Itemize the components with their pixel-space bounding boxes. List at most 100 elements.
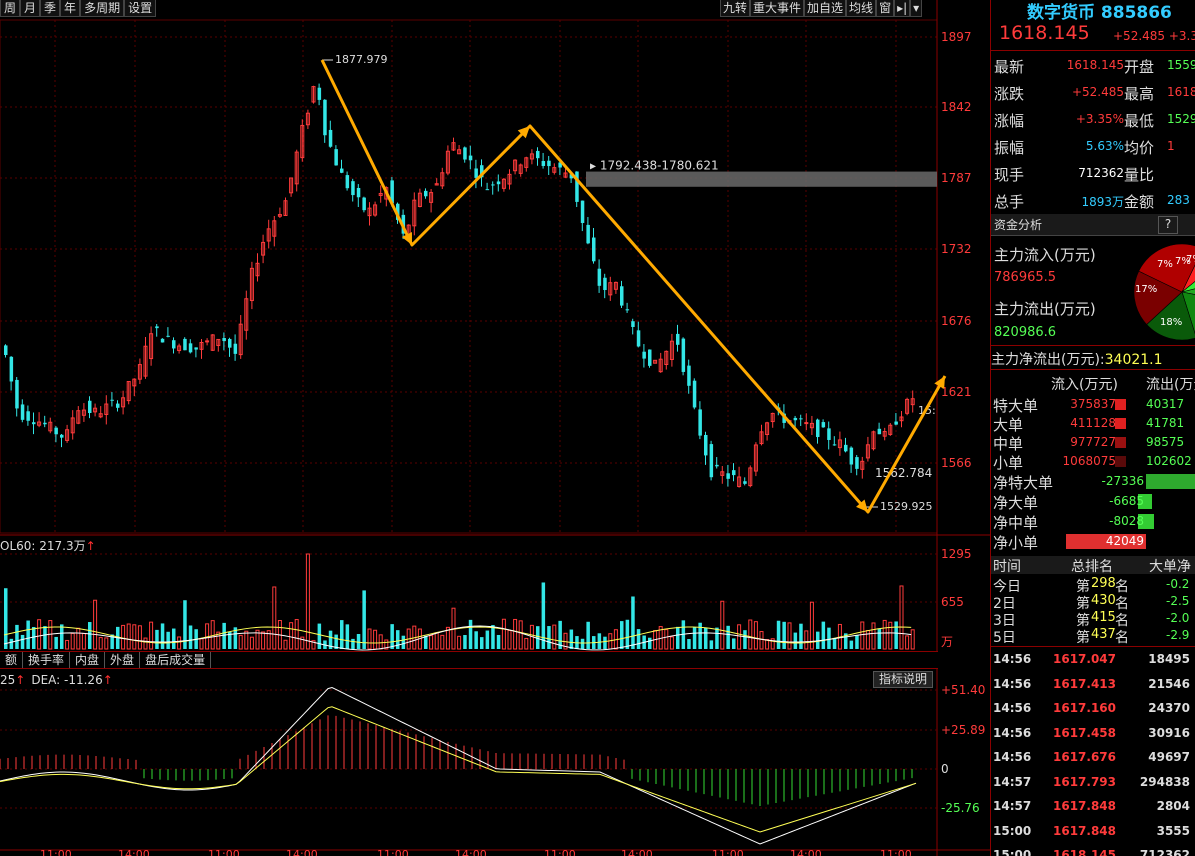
- tick-cell: 14:56: [993, 750, 1032, 764]
- volume-bar-up: [737, 624, 742, 650]
- flow-cell: 特大单: [993, 397, 1039, 415]
- tool-button-1[interactable]: 重大事件: [750, 0, 805, 17]
- pie-label: 17%: [1135, 284, 1157, 295]
- subtab-0[interactable]: 额: [0, 652, 24, 668]
- kline-chart[interactable]: 1897 1842 1787 1732 1676 1621 1566 ▸ 1792.438-1…: [0, 0, 990, 856]
- expand-icon[interactable]: ▸|: [894, 0, 911, 17]
- tick-row: 14:56 1617.160 24370: [991, 697, 1195, 721]
- time-axis-label: 11:00: [544, 848, 576, 856]
- rank-cell: -0.2: [1166, 577, 1190, 591]
- quote-row: 涨幅 +3.35% 最低 1529: [991, 106, 1195, 132]
- period-button-4[interactable]: 多周期: [80, 0, 125, 17]
- main-inflow-value: 786965.5: [994, 270, 1057, 285]
- subtab-3[interactable]: 外盘: [105, 652, 141, 668]
- subtab-2[interactable]: 内盘: [70, 652, 106, 668]
- candle-down: [816, 419, 820, 438]
- candle-down: [597, 268, 602, 286]
- time-axis-label: 11:00: [40, 848, 72, 856]
- candle-down: [172, 340, 176, 349]
- candle-down: [110, 399, 114, 401]
- volume-bar-up: [888, 621, 893, 650]
- volume-subtabs: 额换手率 内盘 外盘 盘后成交量: [0, 651, 938, 669]
- period-button-3[interactable]: 年: [60, 0, 81, 17]
- vol-axis-label: 1295: [941, 547, 972, 561]
- flow-row: 小单 1068075 102602: [991, 452, 1195, 472]
- period-button-2[interactable]: 季: [40, 0, 61, 17]
- period-button-5[interactable]: 设置: [124, 0, 157, 17]
- period-button-1[interactable]: 月: [20, 0, 41, 17]
- candle-down: [491, 184, 495, 186]
- tool-button-0[interactable]: 九转: [720, 0, 751, 17]
- volume-bar-down: [480, 637, 484, 649]
- volume-bar-down: [26, 620, 30, 649]
- volume-bar-up: [244, 630, 249, 650]
- main-inflow-label: 主力流入(万元): [994, 246, 1096, 264]
- tick-row: 15:00 1618.145 712362: [991, 844, 1195, 856]
- volume-bar-up: [177, 636, 182, 650]
- quote-value: 5.63%: [1085, 139, 1124, 153]
- price-axis-label: 1566: [941, 456, 972, 470]
- help-button[interactable]: ?: [1158, 216, 1178, 234]
- quote-key-2: 最低: [1124, 112, 1155, 130]
- rank-row: 今日第 298 名 -0.2: [991, 576, 1195, 595]
- candle-down: [709, 444, 714, 478]
- flow-cell: 40317: [1146, 397, 1185, 411]
- time-axis-label: 11:00: [208, 848, 240, 856]
- volume-bar-up: [899, 585, 904, 650]
- tick-row: 14:57 1617.793 294838: [991, 771, 1195, 795]
- chart-area[interactable]: 1897 1842 1787 1732 1676 1621 1566 ▸ 1792.438-1…: [0, 0, 990, 856]
- candle-down: [424, 190, 428, 197]
- volume-bar-down: [692, 627, 697, 649]
- subtab-4[interactable]: 盘后成交量: [140, 652, 212, 668]
- candle-down: [648, 349, 652, 366]
- quote-value: +3.35%: [1075, 112, 1124, 126]
- candle-down: [821, 422, 826, 428]
- volume-bar-up: [70, 632, 75, 650]
- volume-bar-up: [249, 636, 254, 650]
- volume-bar-down: [188, 625, 193, 649]
- volume-bar-up: [905, 635, 910, 650]
- candle-down: [228, 338, 232, 348]
- volume-bar-down: [586, 621, 590, 649]
- period-button-0[interactable]: 周: [0, 0, 21, 17]
- volume-bar-down: [821, 621, 826, 649]
- main-net-outflow: 主力净流出(万元):34021.1: [991, 352, 1163, 368]
- tick-cell: 1617.848: [1053, 799, 1117, 813]
- net-cell: -8028: [1109, 514, 1144, 528]
- tick-row: 14:56 1617.676 49697: [991, 746, 1195, 770]
- tool-button-4[interactable]: 窗: [876, 0, 895, 17]
- tick-cell: 1617.458: [1053, 725, 1117, 740]
- candle-down: [676, 333, 680, 345]
- main-outflow-label: 主力流出(万元): [994, 300, 1096, 318]
- time-axis-label: 14:00: [790, 848, 822, 856]
- flow-row: 中单 977727 98575: [991, 433, 1195, 453]
- period-toolbar: 周月季年多周期 设置: [0, 0, 157, 17]
- flow-cell: [1115, 399, 1126, 410]
- indicator-help-button[interactable]: 指标说明: [873, 671, 933, 688]
- quote-key-2: 均价: [1124, 139, 1155, 157]
- quote-key-2: 量比: [1124, 166, 1155, 184]
- candle-down: [636, 330, 641, 347]
- quote-key: 涨跌: [994, 85, 1025, 103]
- tool-button-2[interactable]: 加自选: [804, 0, 847, 17]
- macd-axis-label: +25.89: [941, 723, 985, 737]
- volume-bar-down: [569, 629, 574, 649]
- subtab-1[interactable]: 换手率: [23, 652, 71, 668]
- volume-bar-up: [93, 599, 98, 650]
- quote-key: 最新: [994, 58, 1025, 76]
- candle-down: [687, 365, 691, 386]
- candle-down: [592, 237, 596, 262]
- flow-cell: [1115, 456, 1126, 467]
- volume-bar-down: [396, 630, 400, 649]
- tool-button-3[interactable]: 均线: [846, 0, 877, 17]
- volume-bar-down: [687, 639, 691, 649]
- volume-bar-up: [65, 639, 70, 650]
- volume-bar-down: [468, 619, 473, 649]
- candle-down: [681, 338, 686, 372]
- candle-down: [116, 403, 120, 408]
- candle-down: [362, 197, 366, 211]
- volume-bar-up: [289, 622, 294, 650]
- candle-down: [468, 155, 473, 161]
- candle-down: [547, 160, 551, 167]
- dropdown-icon[interactable]: ▾: [910, 0, 923, 17]
